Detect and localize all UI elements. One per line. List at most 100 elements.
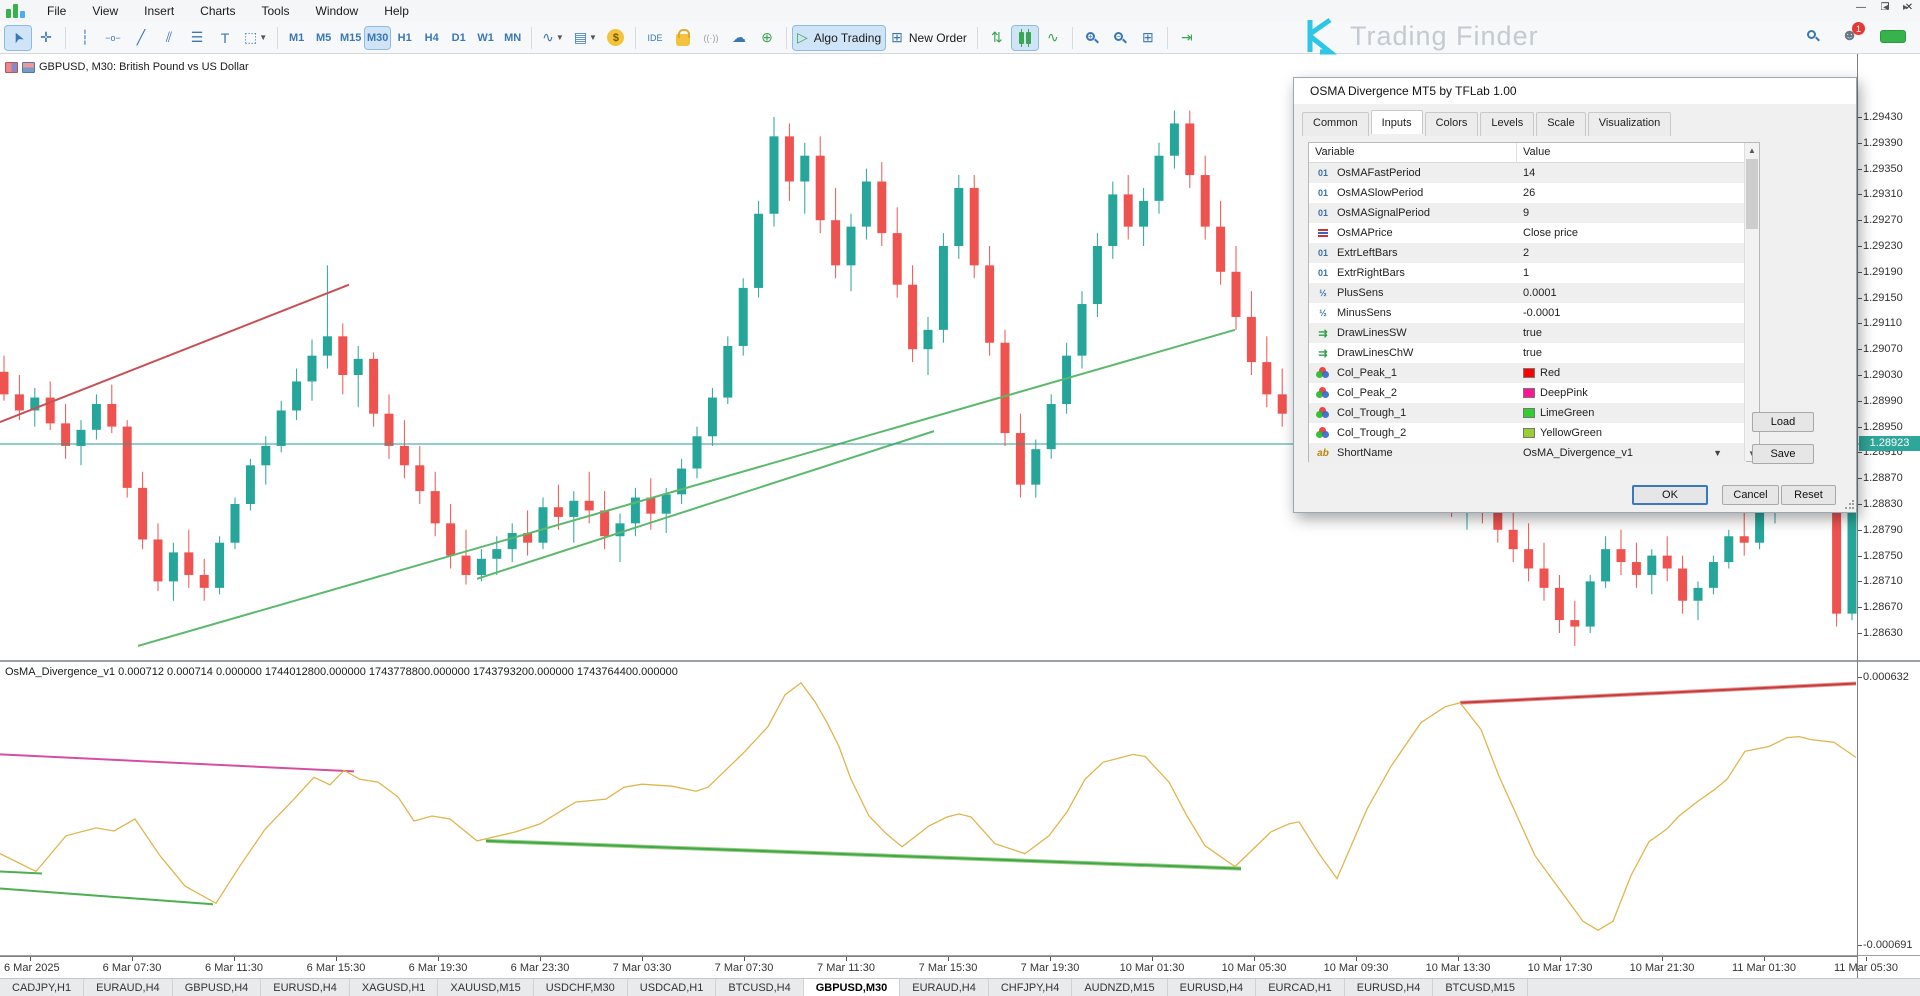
dialog-tab-common[interactable]: Common: [1302, 112, 1369, 136]
objects-icon[interactable]: ▤▼: [570, 26, 601, 50]
menu-charts[interactable]: Charts: [187, 2, 248, 20]
symbol-tab-gbpusd-h4[interactable]: GBPUSD,H4: [173, 979, 262, 996]
menu-help[interactable]: Help: [371, 2, 422, 20]
timeframe-m5[interactable]: M5: [311, 27, 336, 49]
timeframe-mn[interactable]: MN: [500, 27, 525, 49]
param-value[interactable]: Close price: [1523, 227, 1578, 239]
param-row[interactable]: Col_Peak_2DeepPink: [1309, 383, 1746, 403]
community-icon[interactable]: ⊕: [754, 26, 780, 50]
fibonacci-icon[interactable]: ☰: [184, 26, 210, 50]
param-row[interactable]: Col_Peak_1Red: [1309, 363, 1746, 383]
panel-separator[interactable]: [0, 660, 1920, 662]
divergence-trendline[interactable]: [138, 330, 1235, 646]
chevron-down-icon[interactable]: ▼: [1713, 448, 1722, 458]
osma-indicator-chart[interactable]: [0, 663, 1862, 955]
param-value[interactable]: OsMA_Divergence_v1: [1523, 447, 1633, 459]
zoom-out-icon[interactable]: −: [1107, 26, 1133, 50]
reset-button[interactable]: Reset: [1781, 485, 1836, 505]
dialog-resize-grip[interactable]: [1844, 500, 1854, 510]
param-row[interactable]: ⇉DrawLinesSWtrue: [1309, 323, 1746, 343]
symbol-tab-euraud-h4[interactable]: EURAUD,H4: [900, 979, 989, 996]
save-button[interactable]: Save: [1752, 444, 1814, 464]
new-order-button[interactable]: ⊞New Order: [887, 26, 971, 50]
timeframe-m30[interactable]: M30: [365, 27, 390, 49]
dialog-minimize-icon[interactable]: [1746, 78, 1780, 102]
menu-file[interactable]: File: [34, 2, 79, 20]
param-value[interactable]: Red: [1540, 367, 1560, 379]
dialog-tab-inputs[interactable]: Inputs: [1371, 110, 1423, 134]
param-row[interactable]: 01OsMASignalPeriod9: [1309, 203, 1746, 223]
zoom-in-icon[interactable]: +: [1079, 26, 1105, 50]
symbol-tab-eurusd-h4[interactable]: EURUSD,H4: [1345, 979, 1434, 996]
load-button[interactable]: Load: [1752, 412, 1814, 432]
symbol-tab-usdcad-h1[interactable]: USDCAD,H1: [628, 979, 717, 996]
timeframe-h1[interactable]: H1: [392, 27, 417, 49]
ok-button[interactable]: OK: [1632, 485, 1708, 505]
param-row[interactable]: 01ExtrLeftBars2: [1309, 243, 1746, 263]
param-row[interactable]: ½PlusSens0.0001: [1309, 283, 1746, 303]
symbol-tab-btcusd-m15[interactable]: BTCUSD,M15: [1433, 979, 1528, 996]
timeframe-d1[interactable]: D1: [446, 27, 471, 49]
timeframe-h4[interactable]: H4: [419, 27, 444, 49]
divergence-line[interactable]: [486, 841, 1241, 869]
symbol-tab-chfjpy-h4[interactable]: CHFJPY,H4: [989, 979, 1072, 996]
menu-tools[interactable]: Tools: [249, 2, 303, 20]
shapes-icon[interactable]: ⬚▼: [240, 26, 271, 50]
tile-windows-icon[interactable]: ⊞: [1135, 26, 1161, 50]
symbol-tab-audnzd-m15[interactable]: AUDNZD,M15: [1072, 979, 1167, 996]
param-value[interactable]: YellowGreen: [1540, 427, 1602, 439]
param-value[interactable]: 1: [1523, 267, 1529, 279]
symbol-tab-usdchf-m30[interactable]: USDCHF,M30: [534, 979, 628, 996]
vertical-line-icon[interactable]: ┆: [72, 26, 98, 50]
dollar-icon[interactable]: $: [603, 26, 629, 50]
signals-icon[interactable]: ((·)): [698, 26, 724, 50]
market-icon[interactable]: [670, 26, 696, 50]
symbol-tab-euraud-h4[interactable]: EURAUD,H4: [84, 979, 173, 996]
symbol-tab-eurusd-h4[interactable]: EURUSD,H4: [261, 979, 350, 996]
price-axis[interactable]: 1.294301.293901.293501.293101.292701.292…: [1857, 54, 1920, 978]
param-row[interactable]: ⇉DrawLinesChWtrue: [1309, 343, 1746, 363]
timeframe-m1[interactable]: M1: [284, 27, 309, 49]
dialog-tab-visualization[interactable]: Visualization: [1588, 112, 1672, 136]
symbol-tab-gbpusd-m30[interactable]: GBPUSD,M30: [804, 979, 901, 996]
divergence-trendline[interactable]: [477, 431, 934, 579]
scrollbar-thumb[interactable]: [1746, 159, 1758, 229]
divergence-line[interactable]: [0, 754, 354, 771]
symbol-tab-xagusd-h1[interactable]: XAGUSD,H1: [350, 979, 439, 996]
channel-icon[interactable]: ⫽: [156, 26, 182, 50]
param-value[interactable]: -0.0001: [1523, 307, 1560, 319]
param-row[interactable]: OsMAPriceClose price: [1309, 223, 1746, 243]
dialog-tab-levels[interactable]: Levels: [1480, 112, 1534, 136]
param-row[interactable]: 01OsMASlowPeriod26: [1309, 183, 1746, 203]
param-value[interactable]: 0.0001: [1523, 287, 1557, 299]
minimize-icon[interactable]: —: [1854, 2, 1868, 14]
symbol-tab-btcusd-h4[interactable]: BTCUSD,H4: [716, 979, 803, 996]
symbol-tab-eurusd-h4[interactable]: EURUSD,H4: [1168, 979, 1257, 996]
cursor-icon[interactable]: ➤: [5, 26, 31, 50]
divergence-line[interactable]: [0, 888, 213, 904]
symbol-tab-cadjpy-h1[interactable]: CADJPY,H1: [0, 979, 84, 996]
param-row[interactable]: abShortNameOsMA_Divergence_v1▼: [1309, 443, 1746, 463]
vps-cloud-icon[interactable]: ☁: [726, 26, 752, 50]
param-value[interactable]: 2: [1523, 247, 1529, 259]
dialog-close-icon[interactable]: [1818, 78, 1852, 102]
divergence-line[interactable]: [1460, 683, 1856, 702]
time-axis[interactable]: 6 Mar 20256 Mar 07:306 Mar 11:306 Mar 15…: [0, 956, 1857, 978]
dialog-tab-scale[interactable]: Scale: [1536, 112, 1586, 136]
bars-mode-icon[interactable]: ⇅: [984, 26, 1010, 50]
one-click-trading-icon[interactable]: [22, 62, 35, 73]
param-value[interactable]: 26: [1523, 187, 1535, 199]
chart-shift-icon[interactable]: ⇥: [1174, 26, 1200, 50]
param-row[interactable]: 01OsMAFastPeriod14: [1309, 163, 1746, 183]
profile-icon[interactable]: ☻ 1: [1841, 27, 1858, 45]
param-value[interactable]: true: [1523, 327, 1542, 339]
tab-scroll-arrows[interactable]: ◂ ▸: [1883, 2, 1914, 13]
indicators-icon[interactable]: ∿▼: [538, 26, 568, 50]
param-row[interactable]: Col_Trough_2YellowGreen: [1309, 423, 1746, 443]
line-mode-icon[interactable]: ∿: [1040, 26, 1066, 50]
scroll-up-icon[interactable]: ▲: [1745, 143, 1759, 158]
symbol-tab-eurcad-h1[interactable]: EURCAD,H1: [1256, 979, 1345, 996]
cancel-button[interactable]: Cancel: [1722, 485, 1779, 505]
search-icon[interactable]: [1807, 30, 1819, 42]
dialog-maximize-icon[interactable]: [1782, 78, 1816, 102]
